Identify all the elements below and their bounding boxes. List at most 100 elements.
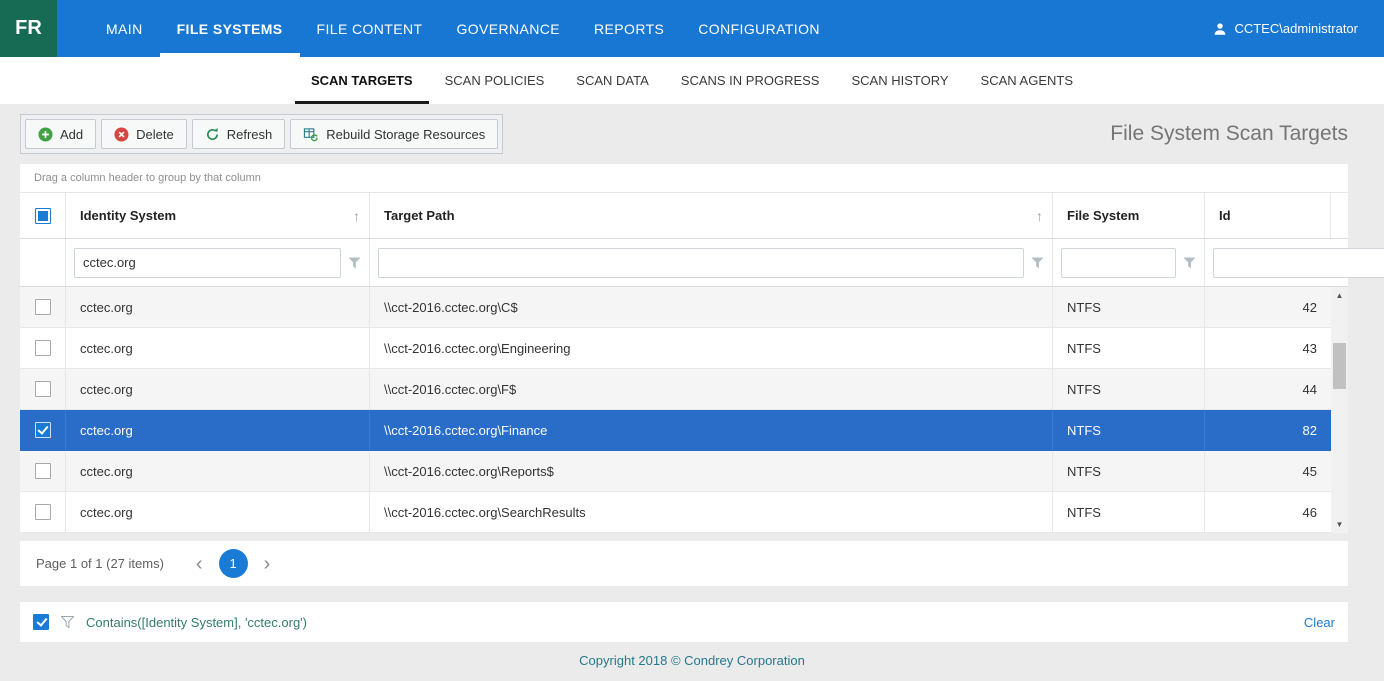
rebuild-button-label: Rebuild Storage Resources [326,127,485,142]
scrollbar-thumb[interactable] [1333,343,1346,389]
row-checkbox[interactable] [35,463,51,479]
tab-scans-in-progress[interactable]: SCANS IN PROGRESS [665,57,836,104]
tab-scan-agents[interactable]: SCAN AGENTS [965,57,1089,104]
row-select-cell [20,328,66,368]
pager-summary: Page 1 of 1 (27 items) [36,556,164,571]
tab-scan-data[interactable]: SCAN DATA [560,57,664,104]
cell-identity-system: cctec.org [66,287,370,327]
row-checkbox[interactable] [35,504,51,520]
delete-button-label: Delete [136,127,174,142]
filter-funnel-icon[interactable] [348,257,361,269]
cell-id: 46 [1205,492,1331,532]
current-page-button[interactable]: 1 [219,549,248,578]
cell-file-system: NTFS [1053,287,1205,327]
column-header-label: Identity System [80,208,176,223]
main-nav: MAIN FILE SYSTEMS FILE CONTENT GOVERNANC… [89,0,837,57]
identity-system-filter-input[interactable] [74,248,341,278]
table-row[interactable]: cctec.org \\cct-2016.cctec.org\Reports$ … [20,451,1331,492]
cell-identity-system: cctec.org [66,451,370,491]
add-button-label: Add [60,127,83,142]
column-header-identity-system[interactable]: Identity System ↑ [66,193,370,238]
nav-item-file-content[interactable]: FILE CONTENT [300,0,440,57]
sub-nav: SCAN TARGETS SCAN POLICIES SCAN DATA SCA… [0,57,1384,104]
cell-target-path: \\cct-2016.cctec.org\Finance [370,410,1053,450]
table-row[interactable]: cctec.org \\cct-2016.cctec.org\C$ NTFS 4… [20,287,1331,328]
cell-id: 42 [1205,287,1331,327]
filter-cell-target-path [370,239,1053,286]
target-path-filter-input[interactable] [378,248,1024,278]
previous-page-button[interactable]: ‹ [190,554,209,574]
select-all-checkbox[interactable] [35,208,51,224]
add-button[interactable]: Add [25,119,96,149]
cell-target-path: \\cct-2016.cctec.org\SearchResults [370,492,1053,532]
filter-funnel-icon[interactable] [1183,257,1196,269]
column-header-target-path[interactable]: Target Path ↑ [370,193,1053,238]
table-row[interactable]: cctec.org \\cct-2016.cctec.org\F$ NTFS 4… [20,369,1331,410]
footer-copyright: Copyright 2018 © Condrey Corporation [0,642,1384,679]
cell-target-path: \\cct-2016.cctec.org\F$ [370,369,1053,409]
cell-identity-system: cctec.org [66,492,370,532]
table-row[interactable]: cctec.org \\cct-2016.cctec.org\Finance N… [20,410,1331,451]
select-all-header-cell [20,193,66,238]
filter-bar: Contains([Identity System], 'cctec.org')… [20,602,1348,642]
nav-item-governance[interactable]: GOVERNANCE [439,0,577,57]
column-header-id[interactable]: Id [1205,193,1331,238]
row-checkbox[interactable] [35,381,51,397]
rebuild-storage-resources-button[interactable]: Rebuild Storage Resources [290,119,498,149]
filter-enabled-checkbox[interactable] [33,614,49,630]
row-checkbox[interactable] [35,340,51,356]
refresh-button[interactable]: Refresh [192,119,286,149]
row-select-cell [20,410,66,450]
id-filter-input[interactable] [1213,248,1384,278]
grid-scrollbar[interactable]: ▲ ▼ [1331,287,1348,533]
cell-file-system: NTFS [1053,492,1205,532]
rebuild-storage-icon [303,127,319,142]
filter-funnel-icon[interactable] [1031,257,1044,269]
column-header-file-system[interactable]: File System [1053,193,1205,238]
nav-item-file-systems[interactable]: FILE SYSTEMS [160,0,300,57]
sort-ascending-icon: ↑ [353,208,360,224]
row-select-cell [20,369,66,409]
delete-icon [114,127,129,142]
user-menu[interactable]: CCTEC\administrator [1213,0,1358,57]
cell-identity-system: cctec.org [66,369,370,409]
cell-id: 82 [1205,410,1331,450]
scroll-up-button[interactable]: ▲ [1331,287,1348,304]
filter-cell-identity-system [66,239,370,286]
cell-file-system: NTFS [1053,369,1205,409]
table-row[interactable]: cctec.org \\cct-2016.cctec.org\Engineeri… [20,328,1331,369]
grid-header-row: Identity System ↑ Target Path ↑ File Sys… [20,193,1348,239]
tab-scan-history[interactable]: SCAN HISTORY [835,57,964,104]
scroll-down-button[interactable]: ▼ [1331,516,1348,533]
cell-target-path: \\cct-2016.cctec.org\Engineering [370,328,1053,368]
delete-button[interactable]: Delete [101,119,187,149]
clear-filter-link[interactable]: Clear [1304,615,1335,630]
toolbar: Add Delete Refresh Rebuild Sto [0,104,1384,164]
file-system-filter-input[interactable] [1061,248,1176,278]
top-bar: FR MAIN FILE SYSTEMS FILE CONTENT GOVERN… [0,0,1384,57]
table-row[interactable]: cctec.org \\cct-2016.cctec.org\SearchRes… [20,492,1331,533]
row-checkbox[interactable] [35,299,51,315]
tab-scan-policies[interactable]: SCAN POLICIES [429,57,561,104]
row-checkbox[interactable] [35,422,51,438]
user-label: CCTEC\administrator [1234,21,1358,36]
user-icon [1213,22,1227,36]
filter-cell-select [20,239,66,286]
pager: Page 1 of 1 (27 items) ‹ 1 › [20,541,1348,586]
filter-expression[interactable]: Contains([Identity System], 'cctec.org') [86,615,307,630]
nav-item-main[interactable]: MAIN [89,0,160,57]
app-logo: FR [0,0,57,57]
column-header-label: File System [1067,208,1139,223]
nav-item-reports[interactable]: REPORTS [577,0,681,57]
nav-item-configuration[interactable]: CONFIGURATION [681,0,837,57]
cell-file-system: NTFS [1053,328,1205,368]
refresh-icon [205,127,220,142]
cell-id: 44 [1205,369,1331,409]
cell-target-path: \\cct-2016.cctec.org\Reports$ [370,451,1053,491]
filter-bar-funnel-icon [61,616,74,628]
tab-scan-targets[interactable]: SCAN TARGETS [295,57,429,104]
next-page-button[interactable]: › [258,554,277,574]
cell-identity-system: cctec.org [66,410,370,450]
row-select-cell [20,287,66,327]
grid-body-area: cctec.org \\cct-2016.cctec.org\C$ NTFS 4… [20,287,1348,533]
